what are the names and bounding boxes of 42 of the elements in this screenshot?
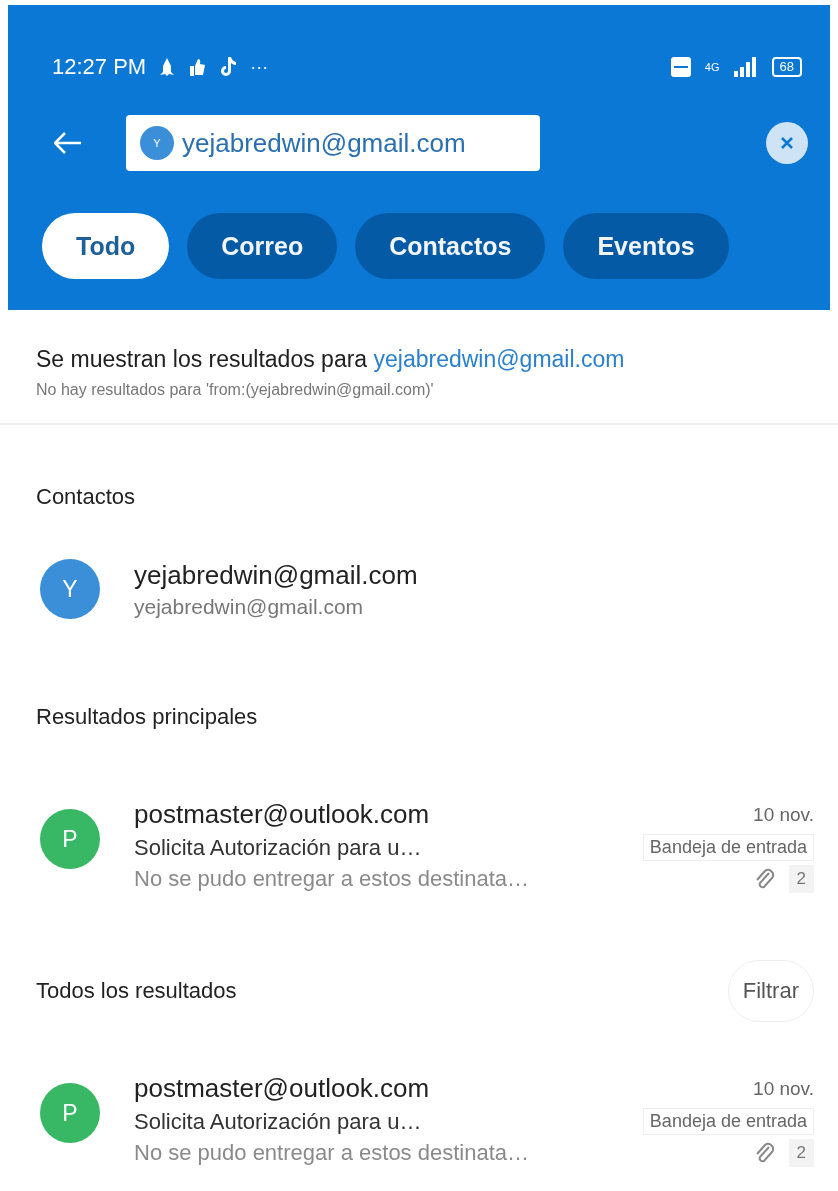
thumbs-up-icon: [188, 58, 207, 76]
query-link[interactable]: yejabredwin@gmail.com: [373, 346, 625, 372]
filter-tab[interactable]: Contactos: [355, 213, 546, 279]
clear-button[interactable]: [766, 122, 808, 164]
close-icon: [780, 136, 794, 150]
avatar: P: [40, 1083, 100, 1143]
avatar: Y: [40, 559, 100, 619]
battery-indicator: 68: [771, 57, 802, 77]
message-preview: No se pudo entregar a estos destinata…: [134, 1140, 530, 1166]
more-notifications: ···: [250, 56, 269, 78]
contact-name: yejabredwin@gmail.com: [134, 559, 419, 591]
message-date: 10 nov.: [753, 1077, 814, 1100]
clock-time: 12:27 PM: [52, 54, 147, 80]
section-title: Contactos: [36, 484, 136, 510]
section-title: Resultados principales: [36, 704, 258, 730]
message-subject: Solicita Autorización para u…: [134, 834, 422, 861]
filter-button[interactable]: Filtrar: [727, 960, 814, 1022]
back-arrow-icon[interactable]: [54, 132, 82, 154]
message-preview: No se pudo entregar a estos destinata…: [134, 866, 530, 892]
search-value: yejabredwin@gmail.com: [182, 127, 466, 159]
sender-name: postmaster@outlook.com: [134, 1073, 430, 1104]
filter-tab[interactable]: Todo: [42, 213, 170, 279]
folder-tag: Bandeja de entrada: [642, 1108, 814, 1135]
message-date: 10 nov.: [753, 803, 814, 826]
avatar: P: [40, 809, 100, 869]
section-title: Todos los resultados: [36, 978, 237, 1004]
sender-name: postmaster@outlook.com: [134, 799, 430, 830]
message-count: 2: [788, 1139, 814, 1167]
music-note-icon: [220, 57, 237, 77]
signal-icon: [733, 57, 758, 77]
message-subject: Solicita Autorización para u…: [134, 1108, 422, 1135]
results-notice: Se muestran los resultados para yejabredwin@gmail.com: [36, 346, 626, 373]
network-type: 4G: [704, 61, 720, 73]
no-results-note: No hay resultados para 'from:(yejabredwin@gmail.com)': [36, 381, 435, 399]
search-field[interactable]: Y yejabredwin@gmail.com: [126, 115, 540, 171]
filter-tab[interactable]: Eventos: [563, 213, 729, 279]
rocket-icon: [160, 58, 175, 76]
contact-email: yejabredwin@gmail.com: [134, 594, 365, 619]
message-count: 2: [788, 865, 814, 893]
filter-tab[interactable]: Correo: [187, 213, 338, 279]
folder-tag: Bandeja de entrada: [642, 834, 814, 861]
contact-chip-avatar: Y: [140, 126, 174, 160]
